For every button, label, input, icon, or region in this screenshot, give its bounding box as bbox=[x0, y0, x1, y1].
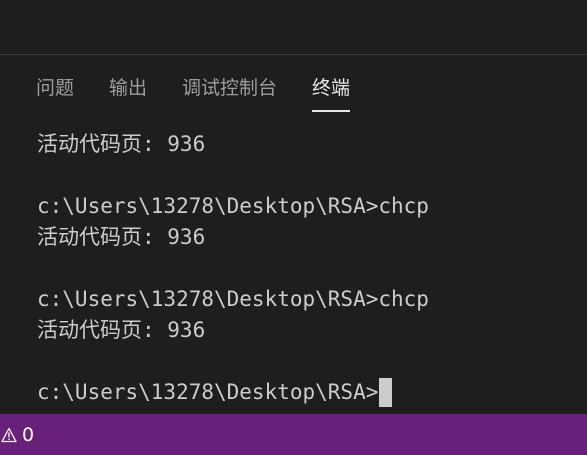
terminal-line: 活动代码页: 936 bbox=[37, 132, 206, 156]
warning-icon bbox=[1, 427, 17, 442]
panel-tabs: 问题 输出 调试控制台 终端 bbox=[36, 74, 385, 112]
terminal-cursor bbox=[379, 378, 393, 407]
panel-divider bbox=[0, 54, 587, 55]
warning-count: 0 bbox=[22, 423, 35, 446]
terminal-line: c:\Users\13278\Desktop\RSA>chcp bbox=[37, 287, 429, 311]
terminal-panel-window: 问题 输出 调试控制台 终端 活动代码页: 936 c:\Users\13278… bbox=[0, 0, 587, 455]
terminal-line: 活动代码页: 936 bbox=[37, 225, 206, 249]
tab-problems[interactable]: 问题 bbox=[36, 74, 74, 102]
status-warnings[interactable]: 0 bbox=[0, 414, 34, 455]
terminal-prompt-line[interactable]: c:\Users\13278\Desktop\RSA> bbox=[37, 377, 577, 408]
terminal-prompt: c:\Users\13278\Desktop\RSA> bbox=[37, 380, 379, 404]
status-bar: 0 bbox=[0, 414, 587, 455]
tab-output[interactable]: 输出 bbox=[109, 74, 147, 102]
terminal-output[interactable]: 活动代码页: 936 c:\Users\13278\Desktop\RSA>ch… bbox=[37, 129, 577, 411]
tab-debug-console[interactable]: 调试控制台 bbox=[182, 74, 277, 102]
terminal-line: c:\Users\13278\Desktop\RSA>chcp bbox=[37, 194, 429, 218]
tab-terminal[interactable]: 终端 bbox=[312, 74, 351, 112]
terminal-line: 活动代码页: 936 bbox=[37, 318, 206, 342]
